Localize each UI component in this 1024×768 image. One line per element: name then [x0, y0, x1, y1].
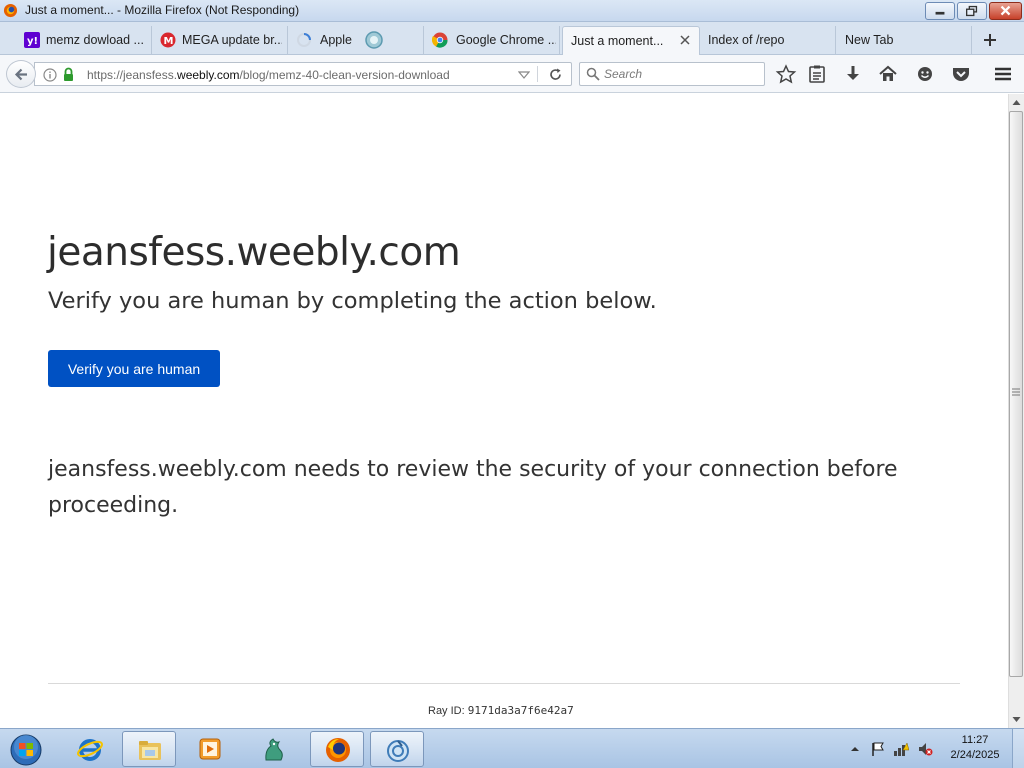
- close-tab-icon[interactable]: [679, 34, 691, 46]
- loading-spinner-icon: [297, 33, 311, 47]
- ray-id-label: Ray ID:: [428, 705, 465, 717]
- action-center-flag-icon[interactable]: [870, 741, 886, 757]
- tab-memz[interactable]: y! memz dowload ...: [16, 26, 152, 55]
- taskbar-media-player[interactable]: [183, 731, 237, 767]
- mega-icon: M: [160, 32, 176, 48]
- window-titlebar: Just a moment... - Mozilla Firefox (Not …: [0, 0, 1024, 22]
- hello-chat-icon[interactable]: [914, 64, 936, 84]
- verify-human-button[interactable]: Verify you are human: [48, 350, 220, 387]
- tab-google-chrome[interactable]: Google Chrome ...: [424, 26, 560, 55]
- verify-subtitle: Verify you are human by completing the a…: [48, 288, 657, 314]
- padlock-icon[interactable]: [62, 67, 75, 82]
- windows-taskbar: [0, 728, 1024, 768]
- internet-explorer-icon: [77, 739, 103, 761]
- taskbar-scanner-app[interactable]: [370, 731, 424, 767]
- file-explorer-icon: [139, 741, 161, 760]
- search-bar[interactable]: [579, 62, 765, 86]
- bookmark-star-icon[interactable]: [775, 64, 797, 84]
- tab-label: New Tab: [845, 33, 894, 47]
- url-host: weebly.com: [177, 68, 240, 82]
- taskbar-file-explorer[interactable]: [122, 731, 176, 767]
- firefox-icon: [326, 738, 350, 762]
- tab-label: Index of /repo: [708, 33, 785, 47]
- maximize-button[interactable]: [957, 2, 987, 20]
- dropdown-arrow-icon[interactable]: [518, 70, 530, 80]
- url-divider: [537, 66, 538, 82]
- tab-apple[interactable]: Apple: [288, 26, 424, 55]
- ray-id-value: 9171da3a7f6e42a7: [467, 704, 574, 717]
- tab-mega[interactable]: M MEGA update br...: [152, 26, 288, 55]
- window-title: Just a moment... - Mozilla Firefox (Not …: [25, 3, 300, 17]
- footer-divider: [48, 683, 960, 684]
- tab-label: memz dowload ...: [46, 33, 144, 47]
- scrollbar-thumb[interactable]: [1009, 111, 1023, 677]
- hamburger-menu-icon[interactable]: [992, 64, 1014, 84]
- close-icon: [1000, 5, 1011, 16]
- url-bar[interactable]: https://jeansfess.weebly.com/blog/memz-4…: [34, 62, 572, 86]
- tab-index-of-repo[interactable]: Index of /repo: [700, 26, 836, 55]
- volume-muted-icon[interactable]: [917, 741, 933, 757]
- close-button[interactable]: [989, 2, 1022, 20]
- show-hidden-icons-icon[interactable]: [847, 741, 863, 757]
- info-icon[interactable]: [43, 68, 57, 82]
- taskbar-clock[interactable]: 11:27 2/24/2025: [944, 733, 1006, 763]
- minimize-icon: [935, 11, 945, 15]
- scroll-up-arrow-icon[interactable]: [1012, 99, 1021, 106]
- minimize-button[interactable]: [925, 2, 955, 20]
- restore-icon: [966, 5, 978, 17]
- taskbar-firefox[interactable]: [310, 731, 364, 767]
- show-desktop-button[interactable]: [1012, 729, 1024, 768]
- clock-time: 11:27: [961, 734, 989, 746]
- back-arrow-icon: [14, 68, 27, 81]
- page-title: jeansfess.weebly.com: [47, 230, 461, 275]
- yahoo-icon: y!: [24, 32, 40, 48]
- tab-new-tab[interactable]: New Tab: [836, 26, 972, 55]
- taskbar-dragon-app[interactable]: [247, 731, 301, 767]
- dragon-app-icon: [265, 738, 283, 761]
- grip-icon: [1012, 388, 1020, 396]
- url-text: https://jeansfess.weebly.com/blog/memz-4…: [87, 68, 450, 82]
- security-review-text: jeansfess.weebly.com needs to review the…: [48, 457, 898, 518]
- tab-label: Just a moment...: [571, 34, 664, 48]
- network-warning-icon[interactable]: [893, 741, 909, 757]
- pocket-icon[interactable]: [950, 64, 972, 84]
- downloads-arrow-icon[interactable]: [842, 64, 864, 84]
- page-content: jeansfess.weebly.com Verify you are huma…: [0, 94, 1008, 728]
- tab-label: Google Chrome ...: [456, 33, 556, 47]
- navigation-toolbar: https://jeansfess.weebly.com/blog/memz-4…: [0, 55, 1024, 93]
- scanner-app-icon: [387, 740, 409, 762]
- search-icon: [586, 67, 600, 81]
- loading-circle-icon: [365, 31, 383, 49]
- search-input[interactable]: [604, 66, 759, 82]
- url-path: /blog/memz-40-clean-version-download: [239, 68, 450, 82]
- start-button[interactable]: [2, 731, 50, 767]
- taskbar-internet-explorer[interactable]: [63, 731, 117, 767]
- ray-id-row: Ray ID: 9171da3a7f6e42a7: [428, 704, 574, 717]
- reading-list-icon[interactable]: [806, 64, 828, 84]
- scroll-down-arrow-icon[interactable]: [1012, 716, 1021, 723]
- chrome-icon: [432, 32, 448, 48]
- svg-text:M: M: [164, 36, 174, 47]
- reload-icon[interactable]: [548, 67, 563, 82]
- home-icon[interactable]: [877, 64, 899, 84]
- firefox-icon: [3, 3, 18, 18]
- tab-just-a-moment[interactable]: Just a moment...: [562, 26, 700, 55]
- url-prefix: https://jeansfess.: [87, 68, 178, 82]
- media-player-icon: [199, 738, 221, 760]
- svg-text:y!: y!: [27, 36, 38, 47]
- start-orb-icon: [10, 734, 42, 766]
- tab-strip: y! memz dowload ... M MEGA update br... …: [0, 22, 1024, 55]
- clock-date: 2/24/2025: [950, 749, 1000, 761]
- new-tab-plus-icon[interactable]: [974, 27, 1006, 51]
- tab-label: MEGA update br...: [182, 33, 282, 47]
- back-button[interactable]: [6, 60, 36, 88]
